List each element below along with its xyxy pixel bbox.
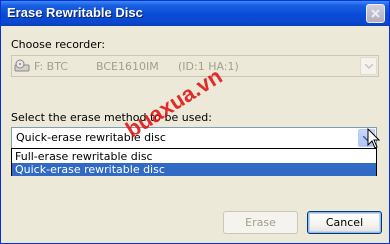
- option-quick-erase[interactable]: Quick-erase rewritable disc: [12, 163, 376, 176]
- recorder-model: BCE1610IM: [96, 60, 159, 73]
- recorder-label: Choose recorder:: [11, 38, 106, 51]
- chevron-down-icon: [365, 64, 373, 69]
- erase-method-list: Full-erase rewritable disc Quick-erase r…: [11, 148, 377, 176]
- title-bar[interactable]: Erase Rewritable Disc: [1, 1, 389, 26]
- mouse-pointer-icon: [367, 128, 381, 149]
- erase-button[interactable]: Erase: [223, 211, 298, 234]
- close-button[interactable]: [366, 4, 385, 23]
- option-full-erase[interactable]: Full-erase rewritable disc: [12, 150, 376, 163]
- close-icon: [371, 9, 380, 18]
- cd-drive-icon: [14, 59, 30, 72]
- dialog-title: Erase Rewritable Disc: [7, 5, 143, 20]
- erase-method-select[interactable]: Quick-erase rewritable disc: [11, 127, 377, 149]
- recorder-dropdown-button[interactable]: [360, 57, 377, 75]
- recorder-drive: F: BTC: [34, 60, 68, 73]
- erase-dialog: Erase Rewritable Disc Choose recorder: F…: [0, 0, 390, 244]
- cancel-button[interactable]: Cancel: [307, 211, 382, 234]
